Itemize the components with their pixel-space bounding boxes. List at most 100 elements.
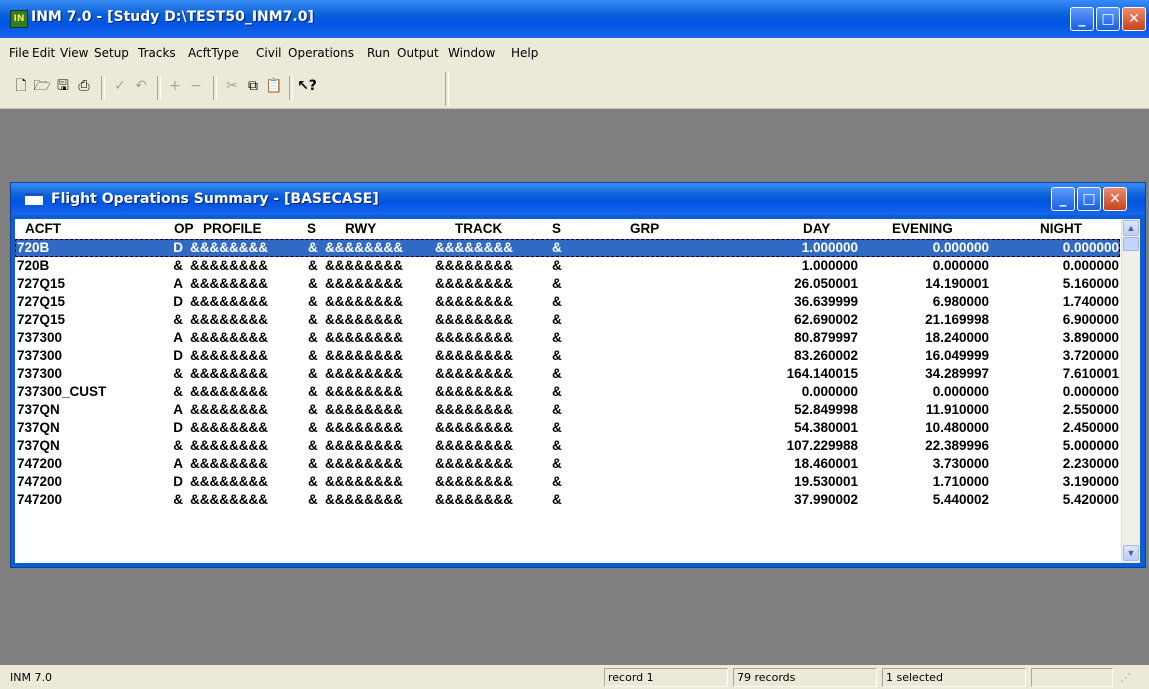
cell-rwy: &&&&&&&& <box>325 420 403 435</box>
cell-acft: 737300 <box>17 330 63 345</box>
close-button[interactable]: ✕ <box>1122 7 1146 31</box>
menu-setup[interactable]: Setup <box>94 46 129 60</box>
menu-edit[interactable]: Edit <box>32 46 55 60</box>
maximize-icon: □ <box>1082 191 1096 207</box>
cell-acft: 747200 <box>17 474 63 489</box>
inm-app-icon[interactable]: IN <box>10 10 28 28</box>
col-s2[interactable]: S <box>552 221 561 236</box>
table-row[interactable]: 737300 & &&&&&&&& & &&&&&&&& &&&&&&&& & 164.140… <box>15 365 1120 383</box>
check-icon[interactable]: ✓ <box>110 76 130 98</box>
paste-icon[interactable]: 📋 <box>264 76 284 98</box>
cell-track: &&&&&&&& <box>435 438 513 453</box>
menu-output[interactable]: Output <box>397 46 439 60</box>
new-icon[interactable]: 🗋 <box>11 76 31 98</box>
table-row[interactable]: 747200 D &&&&&&&& & &&&&&&&& &&&&&&&& & 19.5300… <box>15 473 1120 491</box>
cell-track: &&&&&&&& <box>435 312 513 327</box>
cell-op: D <box>173 348 183 363</box>
col-night[interactable]: NIGHT <box>1040 221 1082 236</box>
cell-night: 0.000000 <box>1062 240 1119 255</box>
cell-night: 2.550000 <box>1062 402 1119 417</box>
col-profile[interactable]: PROFILE <box>203 221 262 236</box>
table-row[interactable]: 747200 A &&&&&&&& & &&&&&&&& &&&&&&&& & 18.4600… <box>15 455 1120 473</box>
cell-profile: &&&&&&&& <box>190 348 268 363</box>
table-row[interactable]: 737300 A &&&&&&&& & &&&&&&&& &&&&&&&& & 80.8799… <box>15 329 1120 347</box>
child-close-button[interactable]: ✕ <box>1103 187 1127 211</box>
scroll-down-arrow[interactable]: ▼ <box>1123 545 1139 561</box>
cell-track: &&&&&&&& <box>435 384 513 399</box>
cell-s1: & <box>308 402 318 417</box>
undo-icon[interactable]: ↶ <box>131 76 151 98</box>
table-row[interactable]: 737300_CUST & &&&&&&&& & &&&&&&&& &&&&&&&& & 0.… <box>15 383 1120 401</box>
menu-help[interactable]: Help <box>511 46 538 60</box>
cell-day: 1.000000 <box>801 258 858 273</box>
cell-acft: 737300 <box>17 366 63 381</box>
col-track[interactable]: TRACK <box>455 221 502 236</box>
window-icon <box>25 193 43 205</box>
table-row[interactable]: 737QN A &&&&&&&& & &&&&&&&& &&&&&&&& & 52.84999… <box>15 401 1120 419</box>
col-grp[interactable]: GRP <box>630 221 659 236</box>
col-evening[interactable]: EVENING <box>892 221 953 236</box>
child-maximize-button[interactable]: □ <box>1077 187 1101 211</box>
remove-icon[interactable]: − <box>186 76 206 98</box>
scroll-up-arrow[interactable]: ▲ <box>1123 220 1139 236</box>
add-icon[interactable]: + <box>165 76 185 98</box>
table-row[interactable]: 737QN & &&&&&&&& & &&&&&&&& &&&&&&&& & 107.2299… <box>15 437 1120 455</box>
copy-icon[interactable]: ⧉ <box>243 76 263 98</box>
cell-s2: & <box>552 330 562 345</box>
menu-civil[interactable]: Civil <box>256 46 281 60</box>
menu-operations[interactable]: Operations <box>288 46 354 60</box>
cell-s1: & <box>308 456 318 471</box>
menu-view[interactable]: View <box>60 46 88 60</box>
child-title-bar[interactable]: Flight Operations Summary - [BASECASE] _… <box>11 183 1145 215</box>
table-row[interactable]: 720B D &&&&&&&& & &&&&&&&& &&&&&&&& & 1.000000 0… <box>15 239 1120 257</box>
table-row[interactable]: 727Q15 & &&&&&&&& & &&&&&&&& &&&&&&&& & 62.6900… <box>15 311 1120 329</box>
app-title: INM 7.0 - [Study D:\TEST50_INM7.0] <box>31 9 314 25</box>
cell-acft: 737QN <box>17 420 60 435</box>
col-day[interactable]: DAY <box>803 221 830 236</box>
menu-acfttype[interactable]: AcftType <box>188 46 239 60</box>
table-row[interactable]: 747200 & &&&&&&&& & &&&&&&&& &&&&&&&& & 37.9900… <box>15 491 1120 509</box>
table-row[interactable]: 737QN D &&&&&&&& & &&&&&&&& &&&&&&&& & 54.38000… <box>15 419 1120 437</box>
maximize-button[interactable]: □ <box>1096 7 1120 31</box>
table-row[interactable]: 727Q15 A &&&&&&&& & &&&&&&&& &&&&&&&& & 26.0500… <box>15 275 1120 293</box>
menu-tracks[interactable]: Tracks <box>138 46 176 60</box>
cell-s1: & <box>308 348 318 363</box>
print-icon[interactable]: ⎙ <box>74 76 94 98</box>
cell-profile: &&&&&&&& <box>190 438 268 453</box>
minimize-button[interactable]: _ <box>1070 7 1094 31</box>
menu-file[interactable]: File <box>9 46 29 60</box>
help-pointer-icon[interactable]: ↖? <box>297 76 317 98</box>
cell-day: 26.050001 <box>794 276 858 291</box>
scroll-thumb[interactable] <box>1123 237 1139 251</box>
table-row[interactable]: 737300 D &&&&&&&& & &&&&&&&& &&&&&&&& & 83.2600… <box>15 347 1120 365</box>
menu-run[interactable]: Run <box>367 46 390 60</box>
open-icon[interactable]: 🗁 <box>32 76 52 98</box>
flight-operations-window[interactable]: Flight Operations Summary - [BASECASE] _… <box>10 182 1146 568</box>
col-acft[interactable]: ACFT <box>25 221 61 236</box>
menu-window[interactable]: Window <box>448 46 495 60</box>
vertical-scrollbar[interactable]: ▲ ▼ <box>1121 219 1140 563</box>
cell-s2: & <box>552 420 562 435</box>
col-rwy[interactable]: RWY <box>345 221 376 236</box>
cell-acft: 720B <box>17 240 50 255</box>
col-op[interactable]: OP <box>174 221 194 236</box>
child-minimize-button[interactable]: _ <box>1051 187 1075 211</box>
col-s1[interactable]: S <box>307 221 316 236</box>
cell-evening: 3.730000 <box>932 456 989 471</box>
table-row[interactable]: 727Q15 D &&&&&&&& & &&&&&&&& &&&&&&&& & 36.6399… <box>15 293 1120 311</box>
resize-grip-icon[interactable]: ⋰ <box>1116 668 1146 687</box>
cut-icon[interactable]: ✂ <box>222 76 242 98</box>
cell-night: 5.000000 <box>1062 438 1119 453</box>
app-title-bar[interactable]: IN INM 7.0 - [Study D:\TEST50_INM7.0] _ … <box>0 0 1149 38</box>
cell-op: A <box>173 456 183 471</box>
cell-rwy: &&&&&&&& <box>325 330 403 345</box>
cell-s1: & <box>308 330 318 345</box>
save-icon[interactable]: 🖫 <box>53 76 73 98</box>
cell-day: 54.380001 <box>794 420 858 435</box>
minimize-icon: _ <box>1059 191 1067 207</box>
cell-evening: 0.000000 <box>932 258 989 273</box>
operations-table[interactable]: ACFT OP PROFILE S RWY TRACK S GRP DAY EV… <box>15 219 1140 563</box>
table-row[interactable]: 720B & &&&&&&&& & &&&&&&&& &&&&&&&& & 1.000000 0… <box>15 257 1120 275</box>
cell-s2: & <box>552 384 562 399</box>
cell-profile: &&&&&&&& <box>190 420 268 435</box>
